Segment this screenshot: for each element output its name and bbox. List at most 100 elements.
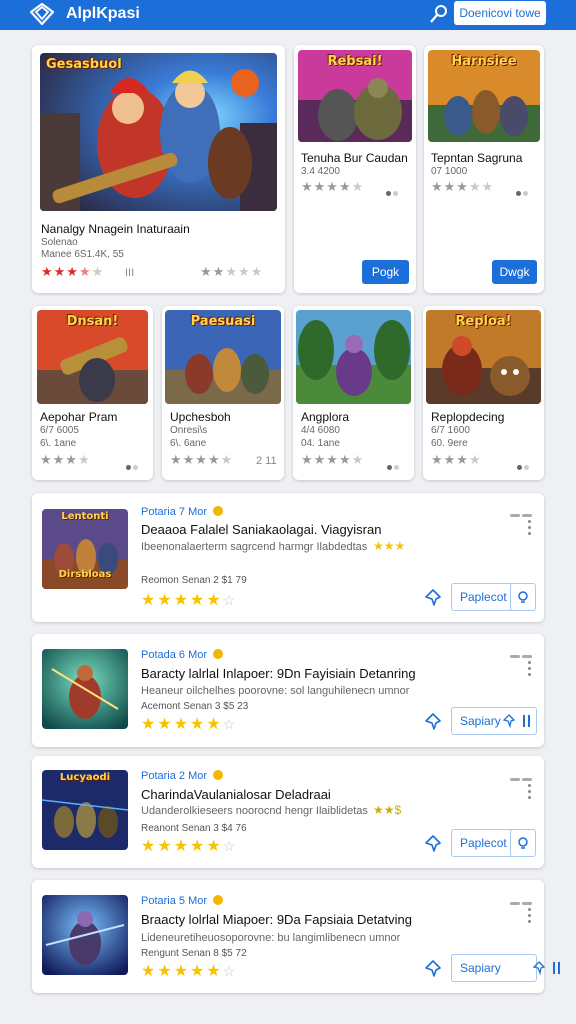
- list-item[interactable]: Lucyaodi Potaria 2 Mor CharindaVaulanial…: [32, 756, 544, 868]
- list-item-title: Deaaoa Falalel Saniakaolagai. Viagyisran: [141, 522, 382, 537]
- list-item-meta: Potaria 2 Mor: [141, 770, 224, 782]
- list-item-thumb-banner-bottom: Dirsbloas: [58, 569, 112, 580]
- list-item-thumbnail: [42, 895, 128, 975]
- featured-card-rating: ★★★★★: [301, 179, 365, 194]
- grid-card-pager: [517, 457, 531, 470]
- hero-side-rating-stars: ★★★★★: [200, 264, 264, 279]
- more-options-icon[interactable]: [528, 908, 532, 924]
- hero-title: Nanalgy Nnagein Inaturaain: [41, 222, 190, 236]
- featured-card[interactable]: Rebsai! Tenuha Bur Caudan 3.4 4200 ★★★★★…: [294, 45, 416, 293]
- list-item-rating: ★★★★★☆: [141, 592, 238, 609]
- featured-card-title: Tenuha Bur Caudan: [301, 151, 408, 165]
- status-dot-icon: [213, 895, 224, 905]
- pin-icon[interactable]: [532, 961, 546, 975]
- list-item-price: Acemont Senan 3 $5 23: [141, 701, 249, 712]
- featured-card-banner: Rebsai!: [327, 54, 383, 69]
- featured-card-title: Tepntan Sagruna: [431, 151, 523, 165]
- featured-card-get-button[interactable]: Pogk: [362, 260, 409, 284]
- list-item-rating: ★★★★★☆: [141, 963, 238, 980]
- featured-card-get-button[interactable]: Dwgk: [492, 260, 537, 284]
- more-options-icon[interactable]: [528, 661, 532, 677]
- hero-banner-text: Gesasbuol: [46, 57, 122, 72]
- pin-icon[interactable]: [502, 714, 516, 728]
- featured-card-pager: [386, 183, 400, 196]
- hero-subtitle: Solenao: [41, 237, 78, 248]
- list-item-action-button[interactable]: Paplecot: [451, 829, 516, 857]
- grid-card-title: Replopdecing: [431, 410, 505, 424]
- grid-card-line1: 6/7 6005: [40, 425, 79, 436]
- app-logo-icon[interactable]: [30, 3, 54, 25]
- list-item-title: Baracty lalrlal Inlapoer: 9Dn Fayisiain …: [141, 666, 416, 681]
- grid-card-rating: ★★★★★: [170, 452, 234, 467]
- featured-card-artwork: Harnsiee: [428, 50, 540, 142]
- grid-card[interactable]: Dnsan! Aepohar Pram 6/7 6005 6\. 1ane ★★…: [32, 306, 153, 480]
- grid-card-pager: [126, 457, 140, 470]
- list-item-description: Lideneuretiheuosoporovne: bu langimliben…: [141, 932, 401, 944]
- list-item-description: Ibeenonalaerterm sagrcend harmgr Ilabded…: [141, 541, 368, 553]
- list-item-secondary-button[interactable]: [510, 583, 536, 611]
- status-dot-icon: [213, 506, 224, 516]
- list-item[interactable]: Lentonti Dirsbloas Potaria 7 Mor Deaaoa …: [32, 493, 544, 622]
- hero-side-value: III: [125, 267, 135, 279]
- pin-icon[interactable]: [423, 712, 443, 732]
- grid-card-line2: 60. 9ere: [431, 438, 468, 449]
- grid-card-artwork: Paesuasi: [165, 310, 281, 404]
- list-item-action-button[interactable]: Paplecot: [451, 583, 516, 611]
- list-item-description: Heaneur oilchelhes poorovne: sol languhi…: [141, 685, 410, 697]
- list-item-secondary-button[interactable]: [510, 829, 536, 857]
- grid-card-rating: ★★★★★: [301, 452, 365, 467]
- grid-card-title: Upchesboh: [170, 410, 231, 424]
- equalizer-icon[interactable]: [522, 714, 532, 728]
- more-options-icon[interactable]: [528, 784, 532, 800]
- list-item-title: CharindaVaulanialosar Deladraai: [141, 787, 331, 802]
- hero-rating-stars: ★★★★★: [41, 264, 105, 279]
- list-item-description: Udanderolkieseers noorocnd hengr Ilaibli…: [141, 805, 368, 817]
- list-item-meta: Potaria 7 Mor: [141, 506, 224, 518]
- pin-search-icon: [518, 837, 528, 849]
- more-options-icon[interactable]: [528, 520, 532, 536]
- featured-card-artwork: Rebsai!: [298, 50, 412, 142]
- list-item-title: Braacty lolrlal Miapoer: 9Da Fapsiaia De…: [141, 912, 412, 927]
- list-item-drag-handle[interactable]: [508, 768, 534, 781]
- featured-hero-card[interactable]: Gesasbuol Nanalgy Nnagein Inaturaain Sol…: [32, 45, 285, 293]
- grid-card-line2: 6\. 6ane: [170, 438, 207, 449]
- list-item[interactable]: Potada 6 Mor Baracty lalrlal Inlapoer: 9…: [32, 634, 544, 747]
- equalizer-icon[interactable]: [552, 961, 562, 975]
- grid-card[interactable]: Reploa! Replopdecing 6/7 1600 60. 9ere ★…: [423, 306, 544, 480]
- status-dot-icon: [213, 649, 224, 659]
- search-icon[interactable]: [429, 4, 449, 24]
- featured-card-banner: Harnsiee: [451, 54, 517, 69]
- list-item-thumbnail: Lucyaodi: [42, 770, 128, 850]
- grid-card-rating: ★★★★: [40, 452, 91, 467]
- list-item-rating: ★★★★★☆: [141, 716, 238, 733]
- grid-card[interactable]: Angplora 4/4 6080 04. 1ane ★★★★★: [293, 306, 414, 480]
- list-item-mini-rating: ★★★: [373, 539, 406, 553]
- list-item-price: Reanont Senan 3 $4 76: [141, 823, 247, 834]
- list-item-drag-handle[interactable]: [508, 645, 534, 658]
- grid-card-line2: 6\. 1ane: [40, 438, 77, 449]
- featured-card[interactable]: Harnsiee Tepntan Sagruna 07 1000 ★★★★★ D…: [424, 45, 544, 293]
- status-dot-icon: [213, 770, 224, 780]
- grid-card[interactable]: Paesuasi Upchesboh Onresi\s 6\. 6ane ★★★…: [162, 306, 284, 480]
- grid-card-rating: ★★★★: [431, 452, 482, 467]
- grid-card-title: Angplora: [301, 410, 350, 424]
- list-item-mini-rating: ★★$: [373, 803, 402, 817]
- pin-icon[interactable]: [423, 588, 443, 608]
- hero-meta: Manee 6S1.4K, 55: [41, 249, 124, 260]
- grid-card-line1: 6/7 1600: [431, 425, 470, 436]
- pin-icon[interactable]: [423, 834, 443, 854]
- list-item-rating: ★★★★★☆: [141, 838, 238, 855]
- list-item-price: Rengunt Senan 8 $5 72: [141, 948, 247, 959]
- list-item[interactable]: Potaria 5 Mor Braacty lolrlal Miapoer: 9…: [32, 880, 560, 993]
- hero-artwork: Gesasbuol: [40, 53, 277, 211]
- list-item-drag-handle[interactable]: [508, 504, 534, 517]
- grid-card-artwork: Reploa!: [426, 310, 541, 404]
- download-button[interactable]: Doenicovi towe: [454, 1, 546, 25]
- app-title: AlplKpasi: [66, 5, 140, 22]
- grid-card-artwork: [296, 310, 411, 404]
- list-item-drag-handle[interactable]: [508, 892, 534, 905]
- grid-card-pager: [387, 457, 401, 470]
- list-item-thumb-banner: Lentonti: [61, 511, 109, 522]
- list-item-action-button[interactable]: Sapiary: [451, 954, 537, 982]
- pin-icon[interactable]: [423, 959, 443, 979]
